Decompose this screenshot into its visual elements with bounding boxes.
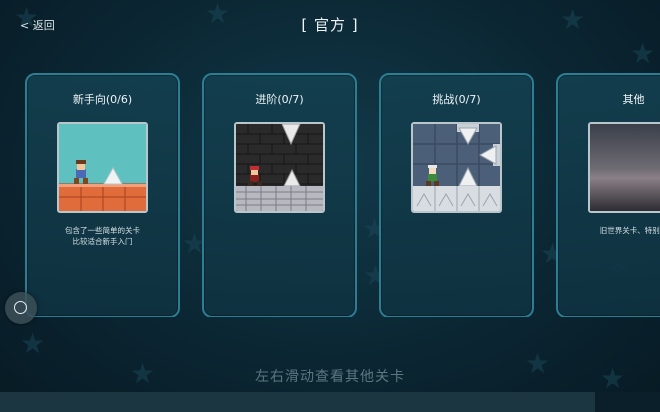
challenge-level-preview-image (411, 122, 502, 213)
floating-menu-button[interactable] (5, 292, 37, 324)
level-pack-card-challenge[interactable]: 挑战(0/7) (379, 73, 534, 317)
level-pack-card-advanced[interactable]: 进阶(0/7) (202, 73, 357, 317)
card-title: 其他 (622, 93, 645, 106)
card-title: 进阶(0/7) (255, 93, 304, 106)
card-description: 旧世界关卡、特别响 (599, 226, 660, 235)
advanced-level-preview-image (234, 122, 325, 213)
level-pack-card-beginner[interactable]: 新手向(0/6) 包含了一些简单的关卡 比较适合新手入门 (25, 73, 180, 317)
card-title: 挑战(0/7) (432, 93, 481, 106)
card-title: 新手向(0/6) (72, 93, 133, 106)
circle-icon (14, 301, 27, 314)
level-pack-card-other[interactable]: 其他 旧世界关卡、特别响 (556, 73, 660, 317)
level-pack-carousel[interactable]: 新手向(0/6) 包含了一些简单的关卡 比较适合新手入门 进阶(0/7) 挑战(… (25, 73, 660, 317)
page-title: [ 官方 ] (301, 16, 359, 34)
beginner-level-preview-image (57, 122, 148, 213)
other-level-preview-image (588, 122, 660, 213)
card-description: 包含了一些简单的关卡 比较适合新手入门 (65, 226, 140, 246)
horizontal-scrollbar[interactable] (0, 392, 660, 412)
swipe-hint: 左右滑动查看其他关卡 (255, 369, 405, 385)
scrollbar-thumb[interactable] (0, 392, 595, 412)
